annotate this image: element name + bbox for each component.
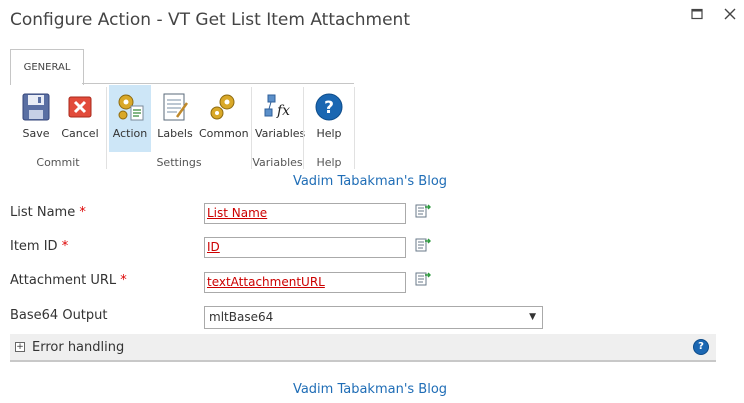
ribbon-group-help: ? Help Help — [304, 83, 354, 171]
base64-output-select[interactable]: mltBase64 ▼ — [204, 306, 543, 329]
blog-header-link[interactable]: Vadim Tabakman's Blog — [220, 174, 520, 189]
help-icon[interactable]: ? — [693, 339, 709, 355]
insert-reference-icon[interactable] — [415, 271, 431, 287]
error-handling-bar: + Error handling ? — [10, 334, 716, 362]
error-handling-label[interactable]: Error handling — [32, 340, 124, 355]
notepad-icon — [159, 91, 191, 123]
save-button[interactable]: Save — [16, 85, 56, 152]
svg-text:fx: fx — [276, 103, 290, 119]
insert-reference-icon[interactable] — [415, 237, 431, 253]
dialog-title: Configure Action - VT Get List Item Atta… — [10, 10, 410, 30]
base64-output-value: mltBase64 — [209, 310, 274, 324]
common-label: Common — [199, 127, 249, 140]
help-button[interactable]: ? Help — [309, 85, 349, 152]
ribbon-separator — [354, 87, 355, 169]
attachment-url-field[interactable]: textAttachmentURL — [204, 272, 406, 293]
item-id-field[interactable]: ID — [204, 237, 406, 258]
group-label-variables: Variables — [252, 156, 303, 169]
help-label: Help — [316, 127, 342, 140]
list-name-field[interactable]: List Name — [204, 203, 406, 224]
item-id-label: Item ID * — [10, 239, 68, 254]
red-x-icon — [64, 91, 96, 123]
cancel-button[interactable]: Cancel — [60, 85, 100, 152]
attachment-url-label-text: Attachment URL — [10, 273, 117, 288]
labels-label: Labels — [157, 127, 193, 140]
blog-footer-link[interactable]: Vadim Tabakman's Blog — [220, 382, 520, 397]
group-label-settings: Settings — [156, 156, 202, 169]
group-label-commit: Commit — [36, 156, 80, 169]
list-name-label-text: List Name — [10, 205, 76, 220]
dropdown-arrow-icon: ▼ — [529, 312, 536, 322]
cancel-label: Cancel — [61, 127, 99, 140]
fx-variables-icon: fx — [262, 91, 294, 123]
common-button[interactable]: Common — [199, 85, 249, 152]
gears-icon — [207, 91, 239, 123]
action-label: Action — [112, 127, 148, 140]
ribbon: Save Cancel Commit Action Labels Common … — [10, 83, 355, 171]
ribbon-group-variables: fx Variables Variables — [252, 83, 305, 171]
required-marker: * — [61, 239, 69, 254]
variables-button[interactable]: fx Variables — [255, 85, 305, 152]
question-icon: ? — [313, 91, 345, 123]
tab-general[interactable]: GENERAL — [10, 49, 84, 85]
maximize-icon[interactable] — [691, 8, 703, 24]
insert-reference-icon[interactable] — [415, 203, 431, 219]
required-marker: * — [79, 205, 86, 220]
floppy-disk-icon — [20, 91, 52, 123]
expand-icon[interactable]: + — [15, 342, 25, 352]
base64-output-label: Base64 Output — [10, 308, 108, 323]
list-name-label: List Name * — [10, 205, 86, 220]
action-gears-icon — [114, 91, 146, 123]
save-label: Save — [22, 127, 50, 140]
action-button[interactable]: Action — [109, 85, 151, 152]
labels-button[interactable]: Labels — [155, 85, 195, 152]
required-marker: * — [120, 273, 127, 288]
ribbon-group-commit: Save Cancel Commit — [10, 83, 106, 171]
item-id-label-text: Item ID — [10, 239, 58, 254]
ribbon-group-settings: Action Labels Common Settings — [107, 83, 251, 171]
svg-text:?: ? — [324, 98, 334, 118]
variables-label: Variables — [255, 127, 306, 140]
attachment-url-label: Attachment URL * — [10, 273, 127, 288]
group-label-help: Help — [316, 156, 342, 169]
close-icon[interactable] — [724, 8, 736, 24]
